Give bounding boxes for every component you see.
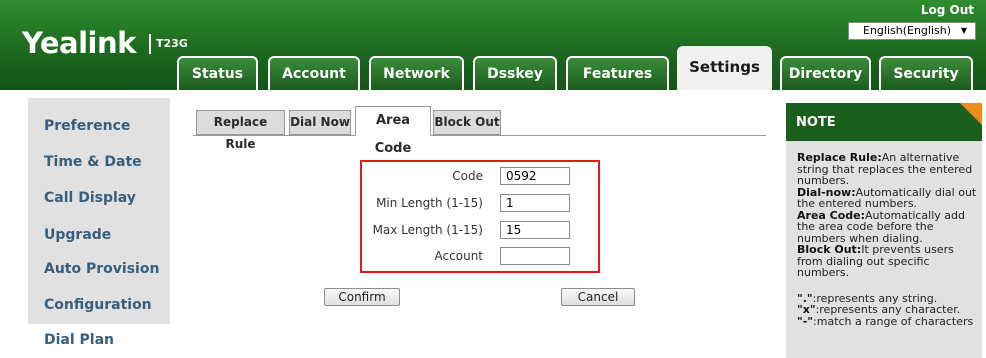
code-input[interactable] — [500, 167, 570, 185]
note-dash: "-":match a range of characters — [797, 314, 974, 328]
note-area-code: Area Code:Automatically add the area cod… — [797, 208, 965, 245]
subtab-block-out[interactable]: Block Out — [433, 110, 501, 135]
note-title: NOTE — [796, 115, 836, 130]
subtab-replace-rule[interactable]: Replace Rule — [196, 110, 285, 151]
model-label: T23G — [156, 37, 188, 50]
language-select[interactable]: English(English) ▼ — [848, 22, 976, 40]
tab-account[interactable]: Account — [268, 56, 360, 90]
sidebar-item-upgrade[interactable]: Upgrade — [44, 227, 111, 243]
note-corner-accent — [960, 103, 982, 125]
confirm-button[interactable]: Confirm — [324, 288, 400, 306]
sidebar-item-dial-plan[interactable]: Dial Plan — [44, 332, 114, 348]
tab-security[interactable]: Security — [879, 56, 973, 90]
note-body: Replace Rule:An alternative string that … — [797, 152, 977, 327]
tab-status[interactable]: Status — [177, 56, 258, 90]
note-replace-rule: Replace Rule:An alternative string that … — [797, 151, 973, 187]
min-length-label: Min Length (1-15) — [376, 196, 483, 210]
logo-separator — [149, 34, 151, 54]
max-length-input[interactable] — [500, 221, 570, 239]
tab-features[interactable]: Features — [566, 56, 669, 90]
language-value: English(English) — [863, 24, 952, 37]
tab-settings[interactable]: Settings — [677, 46, 772, 90]
note-dial-now: Dial-now:Automatically dial out the ente… — [797, 185, 977, 210]
min-length-input[interactable] — [500, 194, 570, 212]
sidebar-item-auto-provision[interactable]: Auto Provision — [44, 261, 159, 277]
cancel-button[interactable]: Cancel — [561, 288, 635, 306]
note-block-out: Block Out:It prevents users from dialing… — [797, 243, 954, 279]
subtab-area-code[interactable]: Area Code — [355, 106, 431, 156]
chevron-down-icon: ▼ — [960, 26, 967, 35]
subtab-dial-now[interactable]: Dial Now — [289, 110, 351, 135]
sidebar-item-configuration[interactable]: Configuration — [44, 297, 152, 313]
logout-link[interactable]: Log Out — [921, 3, 974, 17]
tab-directory[interactable]: Directory — [780, 56, 871, 90]
code-label: Code — [452, 169, 483, 183]
max-length-label: Max Length (1-15) — [372, 223, 483, 237]
sidebar-item-time-date[interactable]: Time & Date — [44, 154, 142, 170]
subtabs-baseline — [193, 135, 766, 136]
tab-network[interactable]: Network — [369, 56, 464, 90]
sidebar-item-call-display[interactable]: Call Display — [44, 190, 136, 206]
account-input[interactable] — [500, 247, 570, 265]
tab-dsskey[interactable]: Dsskey — [473, 56, 557, 90]
yealink-logo: Yealink — [22, 26, 136, 60]
sidebar-item-preference[interactable]: Preference — [44, 118, 130, 134]
account-label: Account — [434, 249, 483, 263]
